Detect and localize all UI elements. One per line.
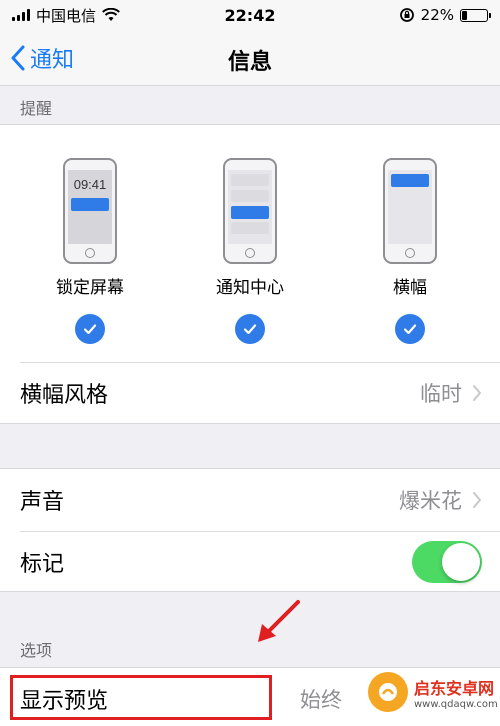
alert-option-label: 通知中心 bbox=[216, 278, 284, 298]
checkmark-icon[interactable] bbox=[75, 314, 105, 344]
alert-option-label: 锁定屏幕 bbox=[56, 278, 124, 298]
page-title: 信息 bbox=[227, 50, 272, 75]
alerts-group: 09:41 锁定屏幕 通知中心 横幅 横幅风格 临时 bbox=[0, 124, 500, 424]
watermark: 启东安卓网 www.qdaqw.com bbox=[368, 658, 500, 726]
red-arrow-annotation bbox=[258, 600, 300, 642]
sound-row[interactable]: 声音 爆米花 bbox=[0, 469, 500, 531]
signal-icon bbox=[12, 9, 30, 21]
alert-option-notification-center[interactable]: 通知中心 bbox=[180, 125, 320, 344]
battery-percent: 22% bbox=[420, 6, 454, 24]
lock-screen-time: 09:41 bbox=[73, 177, 107, 192]
chevron-right-icon bbox=[472, 384, 482, 402]
toggle-knob bbox=[442, 543, 480, 581]
wifi-icon bbox=[102, 8, 120, 21]
alert-option-banner[interactable]: 横幅 bbox=[340, 125, 480, 344]
carrier-label: 中国电信 bbox=[36, 6, 97, 25]
watermark-logo-icon bbox=[368, 672, 408, 712]
checkmark-icon[interactable] bbox=[395, 314, 425, 344]
banner-style-value: 临时 bbox=[420, 382, 462, 406]
sound-label: 声音 bbox=[20, 490, 65, 515]
battery-icon bbox=[460, 8, 491, 22]
notification-center-phone-icon bbox=[223, 158, 277, 264]
banner-style-label: 横幅风格 bbox=[20, 383, 109, 408]
lock-screen-phone-icon: 09:41 bbox=[63, 158, 117, 264]
rotation-lock-icon bbox=[399, 8, 414, 22]
sound-value: 爆米花 bbox=[399, 489, 462, 513]
highlight-box-annotation bbox=[10, 675, 272, 720]
status-bar: 中国电信 22:42 22% bbox=[0, 0, 500, 30]
chevron-right-icon bbox=[472, 491, 482, 509]
navigation-bar: 通知 信息 bbox=[0, 30, 500, 86]
watermark-title: 启东安卓网 bbox=[414, 678, 495, 698]
badge-row: 标记 bbox=[0, 531, 500, 593]
sound-badge-group: 声音 爆米花 标记 bbox=[0, 468, 500, 592]
alert-option-lock-screen[interactable]: 09:41 锁定屏幕 bbox=[20, 125, 160, 344]
watermark-url: www.qdaqw.com bbox=[414, 698, 498, 710]
badge-label: 标记 bbox=[20, 552, 65, 577]
banner-phone-icon bbox=[383, 158, 437, 264]
alerts-section-label: 提醒 bbox=[20, 99, 53, 118]
banner-style-row[interactable]: 横幅风格 临时 bbox=[0, 362, 500, 424]
badge-toggle[interactable] bbox=[412, 541, 482, 583]
checkmark-icon[interactable] bbox=[235, 314, 265, 344]
alert-option-label: 横幅 bbox=[393, 278, 427, 298]
show-preview-value: 始终 bbox=[300, 688, 342, 712]
options-section-label: 选项 bbox=[20, 641, 53, 660]
